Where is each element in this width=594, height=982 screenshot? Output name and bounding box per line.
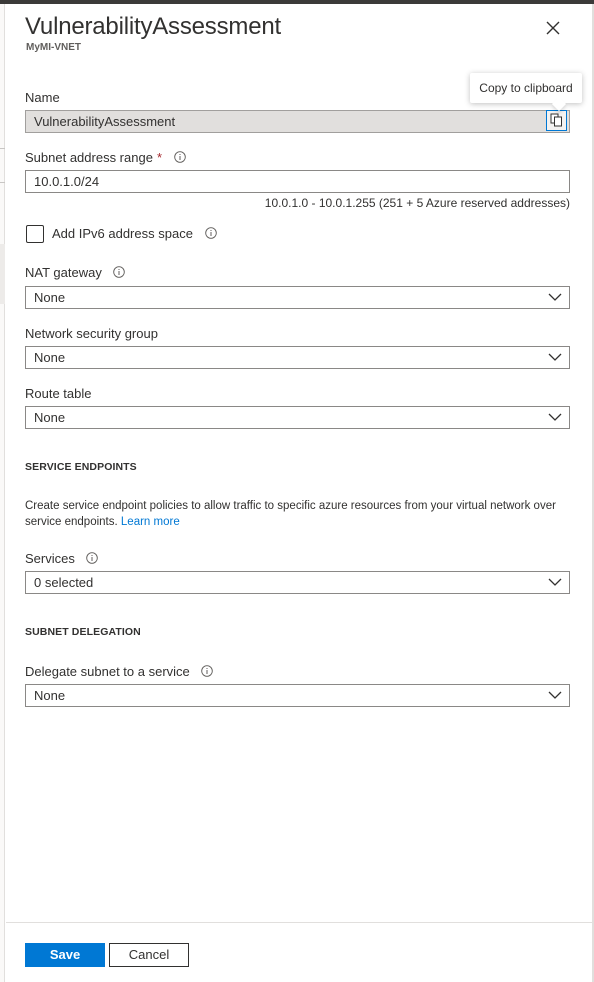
info-icon[interactable] — [201, 665, 214, 677]
services-label-text: Services — [25, 551, 75, 566]
service-endpoints-heading: SERVICE ENDPOINTS — [25, 461, 137, 473]
chevron-down-icon — [548, 353, 562, 361]
subnet-range-input[interactable]: 10.0.1.0/24 — [25, 170, 570, 193]
route-table-value: None — [34, 410, 66, 425]
delegate-label: Delegate subnet to a service — [25, 664, 214, 679]
chevron-down-icon — [548, 578, 562, 586]
chevron-down-icon — [548, 293, 562, 301]
copy-to-clipboard-button[interactable] — [546, 110, 567, 131]
ipv6-label-text: Add IPv6 address space — [52, 226, 193, 241]
nat-gateway-value: None — [34, 290, 66, 305]
subnet-range-label-text: Subnet address range — [25, 150, 153, 165]
panel-subtitle: MyMI-VNET — [26, 42, 81, 53]
subnet-range-label: Subnet address range * — [25, 150, 186, 165]
delegate-value: None — [34, 688, 66, 703]
info-icon[interactable] — [86, 552, 99, 564]
name-field[interactable]: VulnerabilityAssessment — [25, 110, 570, 133]
subnet-range-helper: 10.0.1.0 - 10.0.1.255 (251 + 5 Azure res… — [264, 196, 570, 210]
route-table-label: Route table — [25, 386, 92, 401]
footer-divider — [6, 922, 592, 923]
background-blade-edge — [0, 4, 5, 982]
nsg-dropdown[interactable]: None — [25, 346, 570, 369]
service-endpoints-description: Create service endpoint policies to allo… — [25, 498, 570, 530]
nsg-value: None — [34, 350, 66, 365]
tooltip-text: Copy to clipboard — [479, 81, 573, 95]
name-label: Name — [25, 90, 60, 105]
copy-icon — [550, 113, 562, 127]
route-table-dropdown[interactable]: None — [25, 406, 570, 429]
save-button[interactable]: Save — [25, 943, 105, 967]
delegate-label-text: Delegate subnet to a service — [25, 664, 190, 679]
nat-gateway-label-text: NAT gateway — [25, 265, 102, 280]
close-icon — [546, 21, 560, 35]
top-bar — [0, 0, 594, 4]
info-icon[interactable] — [173, 151, 186, 163]
service-endpoints-text: Create service endpoint policies to allo… — [25, 500, 556, 528]
required-marker: * — [156, 150, 162, 165]
cancel-button[interactable]: Cancel — [109, 943, 189, 967]
nsg-label: Network security group — [25, 326, 158, 341]
chevron-down-icon — [548, 691, 562, 699]
services-dropdown[interactable]: 0 selected — [25, 571, 570, 594]
services-label: Services — [25, 551, 99, 566]
services-value: 0 selected — [34, 575, 94, 590]
panel-title: VulnerabilityAssessment — [25, 13, 281, 40]
nat-gateway-label: NAT gateway — [25, 265, 126, 280]
ipv6-label: Add IPv6 address space — [52, 226, 217, 241]
learn-more-link[interactable]: Learn more — [121, 516, 180, 528]
chevron-down-icon — [548, 413, 562, 421]
nat-gateway-dropdown[interactable]: None — [25, 286, 570, 309]
delegate-dropdown[interactable]: None — [25, 684, 570, 707]
info-icon[interactable] — [113, 266, 126, 278]
info-icon[interactable] — [204, 227, 217, 239]
ipv6-checkbox[interactable] — [26, 225, 44, 243]
close-button[interactable] — [543, 18, 563, 38]
copy-tooltip: Copy to clipboard — [470, 73, 582, 112]
subnet-delegation-heading: SUBNET DELEGATION — [25, 626, 141, 638]
